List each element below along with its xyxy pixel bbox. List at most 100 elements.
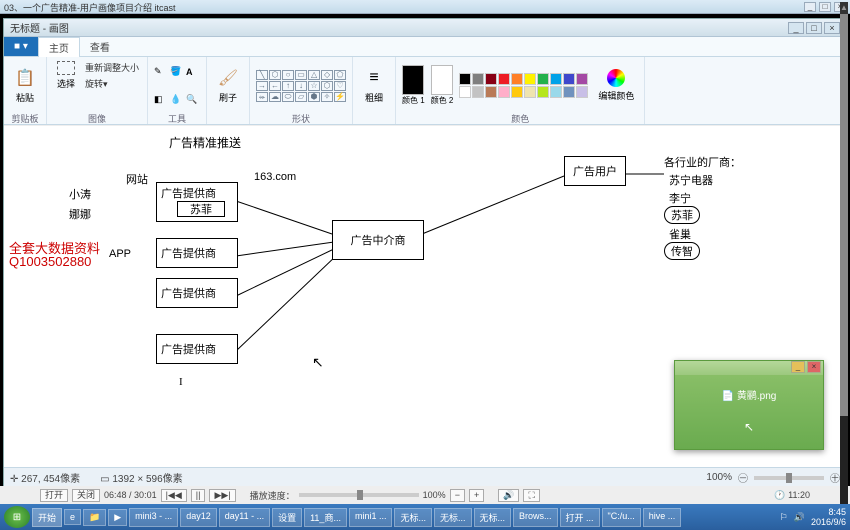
taskbar-item[interactable]: mini3 - ... xyxy=(129,508,178,527)
paint-minimize-button[interactable]: _ xyxy=(788,22,804,34)
pencil-tool[interactable]: ✎ xyxy=(154,66,168,77)
paste-button[interactable]: 📋 粘贴 xyxy=(10,65,40,106)
select-button[interactable]: 选择 xyxy=(53,59,79,92)
popup-close-button[interactable]: × xyxy=(807,361,821,373)
outer-maximize-button[interactable]: □ xyxy=(819,2,831,12)
taskbar-item[interactable]: "C:/u... xyxy=(602,508,641,527)
speed-down-button[interactable]: − xyxy=(450,489,465,502)
tray-flag-icon[interactable]: ⚐ xyxy=(780,512,788,523)
taskbar-explorer[interactable]: 📁 xyxy=(83,509,106,526)
label-nana: 娜娜 xyxy=(69,206,91,222)
tray-clock[interactable]: 8:45 2016/9/6 xyxy=(811,507,846,527)
fill-tool[interactable]: 🪣 xyxy=(170,66,184,77)
color-swatch[interactable] xyxy=(563,73,575,85)
size-icon: ≡ xyxy=(363,67,385,89)
label-xiaotao: 小涛 xyxy=(69,186,91,202)
brand-4: 传智 xyxy=(664,242,700,260)
taskbar-item[interactable]: 无标... xyxy=(434,508,472,527)
color-swatch[interactable] xyxy=(472,86,484,98)
box-agency: 广告中介商 xyxy=(332,220,424,260)
color-swatch[interactable] xyxy=(524,73,536,85)
zoom-tool[interactable]: 🔍 xyxy=(186,94,200,105)
zoom-in-button[interactable]: ㊉ xyxy=(830,470,840,485)
taskbar-item[interactable]: 无标... xyxy=(474,508,512,527)
taskbar-item[interactable]: 设置 xyxy=(272,508,302,527)
color-swatch[interactable] xyxy=(485,86,497,98)
fullscreen-button[interactable]: ⛶ xyxy=(523,489,539,502)
color-swatch[interactable] xyxy=(459,73,471,85)
brand-3: 雀巢 xyxy=(669,226,691,242)
tab-view[interactable]: 查看 xyxy=(80,37,120,56)
speed-up-button[interactable]: + xyxy=(469,489,484,502)
label-domain: 163.com xyxy=(254,171,296,183)
color-swatch[interactable] xyxy=(550,73,562,85)
popup-filename: 黄鹂.png xyxy=(737,391,776,402)
eraser-tool[interactable]: ◧ xyxy=(154,94,168,105)
taskbar-media[interactable]: ▶ xyxy=(108,509,127,526)
cursor-icon: ↖ xyxy=(312,354,324,371)
color-swatch[interactable] xyxy=(563,86,575,98)
edit-colors-button[interactable]: 编辑颜色 xyxy=(594,67,638,104)
taskbar-item[interactable]: Brows... xyxy=(513,508,558,527)
size-button[interactable]: ≡ 粗细 xyxy=(359,65,389,106)
taskbar-item[interactable]: hive ... xyxy=(643,508,682,527)
tab-home[interactable]: 主页 xyxy=(38,37,80,57)
brand-2: 苏菲 xyxy=(664,206,700,224)
zoom-out-button[interactable]: ㊀ xyxy=(738,470,748,485)
brush-icon: 🖌 xyxy=(217,67,239,89)
next-button[interactable]: ▶▶| xyxy=(209,489,235,502)
paint-maximize-button[interactable]: □ xyxy=(806,22,822,34)
taskbar-item[interactable]: day12 xyxy=(180,508,217,527)
tray-volume-icon[interactable]: 🔊 xyxy=(794,512,805,523)
color-swatch[interactable] xyxy=(576,86,588,98)
text-tool[interactable]: A xyxy=(186,67,200,77)
shape-gallery[interactable]: ╲⬡○▭△◇⬠ →←↑↓☆⬡♡ ⬰☁⬭▱⬢✧⚡ xyxy=(256,70,346,102)
taskbar-start-label[interactable]: 开始 xyxy=(32,508,62,527)
taskbar-ie[interactable]: e xyxy=(64,509,81,525)
color-swatch[interactable] xyxy=(550,86,562,98)
scroll-track[interactable] xyxy=(840,14,848,516)
color-swatch[interactable] xyxy=(537,73,549,85)
resize-button[interactable]: 重新调整大小 xyxy=(83,60,141,75)
open-button[interactable]: 打开 xyxy=(40,489,68,502)
color-swatch[interactable] xyxy=(537,86,549,98)
watermark-2: Q1003502880 xyxy=(9,254,91,269)
color-swatch[interactable] xyxy=(511,86,523,98)
scroll-thumb[interactable] xyxy=(840,14,848,416)
paint-close-button[interactable]: × xyxy=(824,22,840,34)
color-swatch[interactable] xyxy=(485,73,497,85)
volume-button[interactable]: 🔊 xyxy=(498,489,519,502)
color-swatch[interactable] xyxy=(524,86,536,98)
outer-window-titlebar: 03、一个广告精准-用户画像项目介绍 itcast _ □ × xyxy=(0,0,850,14)
taskbar-item[interactable]: 11_商... xyxy=(304,508,347,527)
color-swatch[interactable] xyxy=(576,73,588,85)
picker-tool[interactable]: 💧 xyxy=(170,94,184,105)
taskbar-item[interactable]: 打开 ... xyxy=(560,508,600,527)
scroll-up-button[interactable]: ▲ xyxy=(840,2,848,14)
zoom-slider[interactable] xyxy=(754,476,824,480)
prev-button[interactable]: |◀◀ xyxy=(161,489,187,502)
popup-minimize-button[interactable]: _ xyxy=(791,361,805,373)
color-swatch[interactable] xyxy=(498,73,510,85)
box-provider-4: 广告提供商 xyxy=(156,334,238,364)
pause-button[interactable]: || xyxy=(191,489,206,502)
brush-button[interactable]: 🖌 刷子 xyxy=(213,65,243,106)
start-button[interactable]: ⊞ xyxy=(4,506,30,528)
rotate-button[interactable]: 旋转▾ xyxy=(83,76,141,91)
color1-swatch[interactable] xyxy=(402,65,424,95)
speed-slider[interactable] xyxy=(299,493,419,497)
vertical-scrollbar[interactable]: ▲ ▼ xyxy=(840,2,848,528)
taskbar-item[interactable]: mini1 ... xyxy=(349,508,393,527)
color-swatch[interactable] xyxy=(498,86,510,98)
taskbar-item[interactable]: day11 - ... xyxy=(219,508,270,527)
color-swatch[interactable] xyxy=(511,73,523,85)
color-palette[interactable] xyxy=(459,73,588,98)
color-swatch[interactable] xyxy=(472,73,484,85)
brand-1: 李宁 xyxy=(669,190,691,206)
taskbar-item[interactable]: 无标... xyxy=(394,508,432,527)
file-tab[interactable]: ■ ▾ xyxy=(4,37,38,56)
outer-minimize-button[interactable]: _ xyxy=(804,2,816,12)
close-button[interactable]: 关闭 xyxy=(72,489,100,502)
color-swatch[interactable] xyxy=(459,86,471,98)
color2-swatch[interactable] xyxy=(431,65,453,95)
